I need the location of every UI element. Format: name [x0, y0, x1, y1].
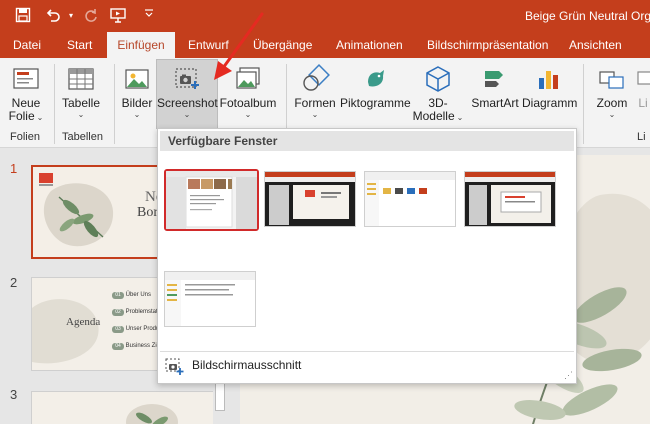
agenda-item: 01 Über Uns: [112, 292, 162, 309]
group-label-li: Li: [637, 131, 646, 143]
screenshot-label: Screenshot: [157, 96, 218, 110]
save-icon[interactable]: [14, 7, 32, 25]
window-preview-document: [166, 171, 257, 229]
new-slide-icon: [13, 68, 39, 89]
redo-icon[interactable]: [82, 7, 100, 25]
screen-clipping-item[interactable]: Bildschirmausschnitt: [162, 356, 412, 376]
tab-ansichten[interactable]: Ansichten: [569, 32, 622, 58]
table-icon: [68, 68, 94, 90]
pictures-icon: [125, 69, 149, 89]
slide-2-agenda-list: 01 Über Uns 02 Problemstatu 03 Unser Pro…: [112, 292, 162, 360]
photo-album-icon: [236, 67, 260, 89]
screenshot-button[interactable]: Screenshot ⌄: [156, 59, 218, 129]
cube-icon: [426, 66, 450, 92]
chevron-down-icon: ⌄: [456, 113, 464, 122]
chevron-down-icon: ⌄: [311, 110, 319, 119]
pictures-label: Bilder: [121, 96, 153, 110]
3d-models-label-1: 3D-: [428, 96, 448, 110]
agenda-item: 04 Business Zie: [112, 343, 162, 360]
tab-animationen[interactable]: Animationen: [336, 32, 403, 58]
3d-models-label-2: Modelle: [412, 109, 455, 123]
window-preview-presentation-dialog: [465, 172, 555, 226]
chart-icon: [539, 71, 558, 89]
shapes-button[interactable]: Formen ⌄: [292, 64, 338, 119]
3d-models-button[interactable]: 3D- Modelle ⌄: [412, 64, 464, 123]
title-bar: ▾ Beige Grün Neutral Orga: [0, 0, 650, 32]
customize-toolbar-icon[interactable]: [140, 7, 158, 25]
undo-dropdown-icon[interactable]: ▾: [62, 7, 80, 25]
icons-label: Piktogramme: [340, 96, 411, 110]
window-thumbnail[interactable]: [164, 271, 256, 327]
window-thumbnail[interactable]: [164, 169, 259, 231]
document-title: Beige Grün Neutral Orga: [525, 9, 650, 23]
window-preview-explorer: [365, 172, 455, 226]
ribbon-separator: [114, 64, 115, 144]
available-windows-header: Verfügbare Fenster: [160, 131, 574, 151]
slide-3-preview: [32, 392, 226, 424]
slide-number: 2: [10, 275, 18, 290]
zoom-label: Zoom: [596, 96, 628, 110]
chevron-down-icon: ⌄: [183, 110, 191, 119]
table-label: Tabelle: [61, 96, 101, 110]
chevron-down-icon: ⌄: [133, 110, 141, 119]
tab-bildschirmpraesentation[interactable]: Bildschirmpräsentation: [427, 32, 548, 58]
pictures-button[interactable]: Bilder ⌄: [118, 64, 156, 119]
group-label-folien: Folien: [10, 131, 40, 143]
window-preview-presentation: [265, 172, 355, 226]
tab-start[interactable]: Start: [67, 32, 92, 58]
new-slide-button[interactable]: Neue Folie ⌄: [4, 64, 48, 123]
screenshot-icon: [175, 68, 199, 89]
window-preview-file-manager: [165, 272, 255, 326]
zoom-icon: [599, 71, 624, 89]
new-slide-label-2: Folie: [8, 109, 35, 123]
undo-icon[interactable]: [44, 7, 62, 25]
screenshot-dropdown: Verfügbare Fenster Bildschirmausschnitt …: [157, 128, 577, 384]
links-label: Li: [638, 96, 648, 110]
slide-thumbnail-3[interactable]: [31, 391, 227, 424]
chevron-down-icon: ⌄: [36, 113, 44, 122]
window-thumbnail[interactable]: [364, 171, 456, 227]
window-thumbnail[interactable]: [464, 171, 556, 227]
smartart-label: SmartArt: [471, 96, 519, 110]
new-slide-label-1: Neue: [11, 96, 41, 110]
screen-clipping-icon: [165, 358, 184, 375]
links-button[interactable]: Li: [636, 64, 650, 110]
group-label-tabellen: Tabellen: [62, 131, 103, 143]
chevron-down-icon: ⌄: [77, 110, 85, 119]
chart-label: Diagramm: [522, 96, 578, 110]
tab-einfuegen[interactable]: Einfügen: [107, 32, 175, 59]
icons-icon: [368, 70, 384, 87]
slide-number: 3: [10, 387, 18, 402]
agenda-item: 02 Problemstatu: [112, 309, 162, 326]
tab-entwurf[interactable]: Entwurf: [188, 32, 229, 58]
resize-grip-icon[interactable]: ⋰: [564, 370, 573, 381]
slide-2-heading: Agenda: [66, 316, 101, 328]
link-icon: [637, 71, 650, 85]
ribbon-tabs: Datei Start Einfügen Entwurf Übergänge A…: [0, 32, 650, 59]
slide-number: 1: [10, 161, 18, 176]
photo-album-label: Fotoalbum: [219, 96, 277, 110]
icons-button[interactable]: Piktogramme: [340, 64, 411, 110]
screen-clipping-label: Bildschirmausschnitt: [192, 358, 302, 372]
photo-album-button[interactable]: Fotoalbum ⌄: [219, 64, 277, 119]
shapes-label: Formen: [294, 96, 336, 110]
table-button[interactable]: Tabelle ⌄: [58, 64, 104, 119]
chart-button[interactable]: Diagramm: [522, 64, 578, 110]
slide-1-subtitle-fragment: Bor: [137, 205, 158, 220]
chevron-down-icon: ⌄: [244, 110, 252, 119]
window-thumbnail[interactable]: [264, 171, 356, 227]
zoom-button[interactable]: Zoom ⌄: [590, 64, 634, 119]
smartart-icon: [485, 71, 503, 87]
ribbon-separator: [583, 64, 584, 144]
shapes-icon: [303, 64, 330, 91]
agenda-item: 03 Unser Produk: [112, 326, 162, 343]
tab-uebergaenge[interactable]: Übergänge: [253, 32, 312, 58]
smartart-button[interactable]: SmartArt: [468, 64, 522, 110]
chevron-down-icon: ⌄: [608, 110, 616, 119]
ribbon-separator: [54, 64, 55, 144]
tab-datei[interactable]: Datei: [13, 32, 41, 58]
present-from-start-icon[interactable]: [110, 7, 128, 25]
scrollbar-thumb[interactable]: [215, 381, 225, 411]
dropdown-divider: [160, 351, 574, 352]
